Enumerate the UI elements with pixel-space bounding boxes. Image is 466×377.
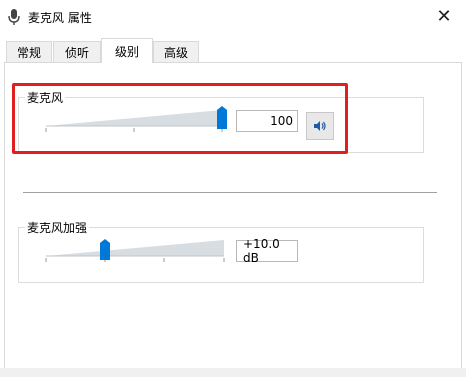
tab-listen[interactable]: 侦听 — [53, 41, 101, 62]
tab-bar: 常规 侦听 级别 高级 — [0, 38, 466, 63]
highlight-box — [12, 83, 348, 154]
tab-label: 常规 — [16, 45, 41, 60]
boost-level-slider[interactable] — [44, 236, 234, 262]
tab-label: 高级 — [163, 45, 188, 60]
tab-advanced[interactable]: 高级 — [153, 41, 199, 62]
tab-general[interactable]: 常规 — [6, 41, 52, 62]
tab-label: 级别 — [114, 44, 139, 59]
close-icon: ✕ — [436, 5, 452, 27]
boost-slider-thumb[interactable] — [100, 239, 110, 260]
title-bar: 麦克风 属性 ✕ — [0, 0, 466, 34]
boost-label: 麦克风加强 — [25, 219, 90, 236]
close-button[interactable]: ✕ — [426, 2, 462, 30]
window-title: 麦克风 属性 — [28, 11, 92, 25]
divider — [23, 192, 437, 193]
tab-levels[interactable]: 级别 — [101, 38, 153, 63]
microphone-icon — [8, 9, 20, 25]
boost-value: +10.0 dB — [243, 237, 280, 265]
footer-strip — [0, 368, 466, 377]
boost-value-field: +10.0 dB — [236, 237, 298, 265]
tab-label: 侦听 — [64, 45, 89, 60]
